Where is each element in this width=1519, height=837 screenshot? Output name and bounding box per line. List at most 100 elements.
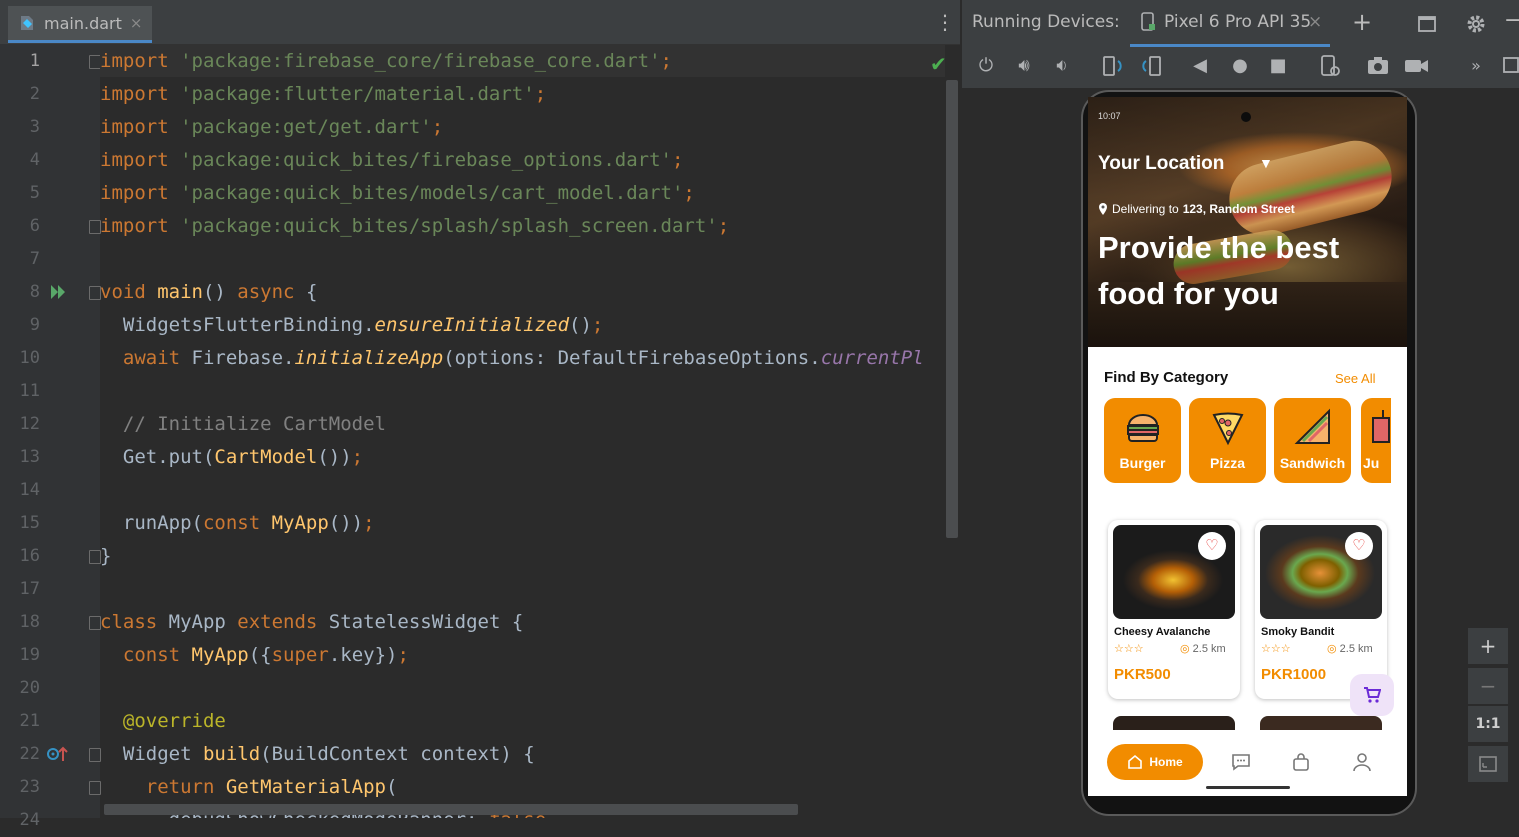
- product-card[interactable]: ♡ Cheesy Avalanche ☆☆☆ ◎ 2.5 km PKR500: [1108, 520, 1240, 699]
- code-line[interactable]: import 'package:quick_bites/splash/splas…: [100, 210, 729, 243]
- favorite-heart-icon[interactable]: ♡: [1198, 532, 1226, 560]
- tab-label: main.dart: [44, 13, 122, 33]
- code-line[interactable]: import 'package:get/get.dart';: [100, 111, 443, 144]
- code-line[interactable]: void main() async {: [100, 276, 317, 309]
- shopping-bag-icon[interactable]: [1289, 750, 1313, 774]
- location-title[interactable]: Your Location: [1098, 153, 1224, 175]
- run-main-icon[interactable]: [48, 282, 68, 302]
- favorite-heart-icon[interactable]: ♡: [1345, 532, 1373, 560]
- category-juice[interactable]: Ju: [1361, 398, 1391, 483]
- volume-up-icon[interactable]: 🔊︎: [1012, 54, 1036, 78]
- settings-gear-icon[interactable]: [1466, 14, 1486, 34]
- code-token: await: [100, 347, 192, 369]
- profile-icon[interactable]: [1350, 750, 1374, 774]
- chat-icon[interactable]: [1229, 750, 1253, 774]
- code-token: import: [100, 215, 181, 237]
- code-line[interactable]: import 'package:flutter/material.dart';: [100, 78, 546, 111]
- code-line[interactable]: runApp(const MyApp());: [100, 507, 375, 540]
- code-line[interactable]: import 'package:quick_bites/models/cart_…: [100, 177, 695, 210]
- restore-window-icon[interactable]: [1418, 15, 1436, 33]
- zoom-actual-size-button[interactable]: 1:1: [1468, 706, 1508, 742]
- category-pizza[interactable]: Pizza: [1189, 398, 1266, 483]
- device-settings-icon[interactable]: [1318, 54, 1342, 78]
- code-token: const: [202, 512, 272, 534]
- screen-record-icon[interactable]: [1404, 54, 1430, 78]
- no-problems-check-icon[interactable]: ✔: [930, 52, 947, 76]
- code-token: (: [386, 776, 398, 798]
- product-card-peek[interactable]: [1113, 716, 1235, 731]
- code-line[interactable]: return GetMaterialApp(: [100, 771, 398, 804]
- override-marker-icon[interactable]: [46, 744, 70, 764]
- code-token: ;: [397, 644, 409, 666]
- code-token: 'package:get/get.dart': [180, 116, 432, 138]
- rating-stars-icon: ☆☆☆: [1114, 643, 1144, 655]
- product-card[interactable]: ♡ Smoky Bandit ☆☆☆ ◎ 2.5 km PKR1000: [1255, 520, 1387, 699]
- code-token: 'package:quick_bites/splash/splash_scree…: [180, 215, 718, 237]
- line-number: 7: [29, 249, 40, 269]
- extended-controls-icon[interactable]: [1502, 56, 1519, 76]
- line-number: 23: [19, 777, 40, 797]
- category-burger[interactable]: Burger: [1104, 398, 1181, 483]
- code-line[interactable]: Get.put(CartModel());: [100, 441, 363, 474]
- pizza-icon: [1212, 412, 1244, 446]
- code-line[interactable]: import 'package:quick_bites/firebase_opt…: [100, 144, 683, 177]
- line-number: 21: [19, 711, 40, 731]
- code-token: extends: [237, 611, 329, 633]
- code-line[interactable]: import 'package:firebase_core/firebase_c…: [100, 45, 672, 78]
- more-options-icon[interactable]: ⋮: [935, 12, 955, 32]
- see-all-link[interactable]: See All: [1335, 371, 1375, 386]
- add-device-icon[interactable]: +: [1352, 8, 1372, 36]
- rotate-right-icon[interactable]: [1140, 54, 1164, 78]
- location-dropdown-icon[interactable]: ▼: [1259, 155, 1273, 171]
- code-token: main: [157, 281, 203, 303]
- code-line[interactable]: Widget build(BuildContext context) {: [100, 738, 535, 771]
- code-line[interactable]: await Firebase.initializeApp(options: De…: [100, 342, 924, 375]
- code-token: StatelessWidget {: [328, 611, 524, 633]
- zoom-in-button[interactable]: +: [1468, 628, 1508, 664]
- tab-main-dart[interactable]: main.dart ×: [8, 6, 153, 43]
- more-actions-icon[interactable]: »: [1464, 54, 1488, 78]
- code-token: currentPl: [820, 347, 924, 369]
- volume-down-icon[interactable]: 🔉︎: [1050, 54, 1074, 78]
- code-token: runApp(: [100, 512, 203, 534]
- power-icon[interactable]: ⏻: [974, 54, 998, 78]
- overview-button-icon[interactable]: ■: [1266, 54, 1290, 78]
- code-line[interactable]: const MyApp({super.key});: [100, 639, 409, 672]
- code-token: 'package:firebase_core/firebase_core.dar…: [180, 50, 661, 72]
- line-number: 22: [19, 744, 40, 764]
- gesture-home-indicator[interactable]: [1206, 786, 1290, 789]
- running-devices-label: Running Devices:: [972, 12, 1120, 32]
- code-line[interactable]: class MyApp extends StatelessWidget {: [100, 606, 523, 639]
- line-number: 17: [19, 579, 40, 599]
- product-card-peek[interactable]: [1260, 716, 1382, 731]
- code-token: ({: [248, 644, 272, 666]
- back-button-icon[interactable]: ◀: [1188, 54, 1212, 78]
- line-number: 3: [29, 117, 40, 137]
- code-line[interactable]: WidgetsFlutterBinding.ensureInitialized(…: [100, 309, 603, 342]
- tab-close-icon[interactable]: ×: [130, 14, 143, 32]
- hide-panel-icon[interactable]: −: [1504, 8, 1519, 33]
- zoom-fit-button[interactable]: [1468, 746, 1508, 782]
- rotate-left-icon[interactable]: [1100, 54, 1124, 78]
- hero-headline: Provide the best food for you: [1098, 230, 1340, 311]
- code-line[interactable]: // Initialize CartModel: [100, 408, 386, 441]
- device-tab[interactable]: Pixel 6 Pro API 35 ×: [1130, 0, 1330, 47]
- vertical-scrollbar[interactable]: [946, 80, 958, 538]
- product-price: PKR500: [1114, 666, 1171, 683]
- category-sandwich[interactable]: Sandwich: [1274, 398, 1351, 483]
- cart-fab-button[interactable]: [1350, 674, 1394, 716]
- code-line[interactable]: }: [100, 540, 111, 573]
- code-token: void: [100, 281, 158, 303]
- phone-screen: 10:07 Your Location ▼ Delivering to 123,…: [1088, 97, 1407, 796]
- home-button-icon[interactable]: ●: [1228, 54, 1252, 78]
- device-tab-close-icon[interactable]: ×: [1308, 12, 1322, 32]
- nav-home-button[interactable]: Home: [1107, 744, 1203, 780]
- screenshot-camera-icon[interactable]: [1366, 54, 1390, 78]
- code-token: (): [569, 314, 592, 336]
- code-line[interactable]: @override: [100, 705, 226, 738]
- code-token: GetMaterialApp: [225, 776, 386, 798]
- code-area[interactable]: import 'package:firebase_core/firebase_c…: [100, 44, 945, 818]
- zoom-out-button[interactable]: −: [1468, 668, 1508, 704]
- code-editor: main.dart × ⋮ 1 2 3 4 5 6 7 8 9 10 11 12 13 14 15 16 17 1…: [0, 0, 960, 830]
- horizontal-scrollbar[interactable]: [104, 804, 798, 815]
